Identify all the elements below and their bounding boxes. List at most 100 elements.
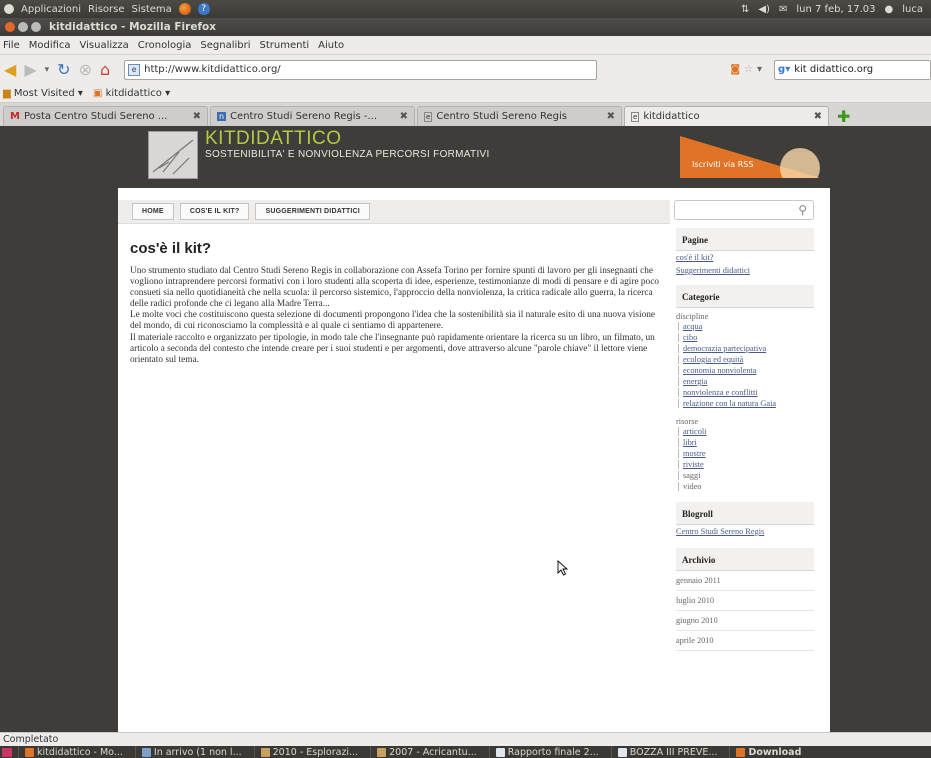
maximize-window-icon[interactable] xyxy=(31,22,41,32)
nav-suggerimenti-didattici[interactable]: SUGGERIMENTI DIDATTICI xyxy=(255,203,370,220)
rss-subscribe-banner[interactable]: Iscriviti via RSS xyxy=(680,136,820,178)
home-icon[interactable]: ⌂ xyxy=(100,61,110,78)
taskbar-item-rapporto[interactable]: Rapporto finale 2... xyxy=(488,746,605,758)
mail-icon[interactable]: ✉ xyxy=(779,4,787,15)
url-bar[interactable]: e http://www.kitdidattico.org/ xyxy=(124,59,598,80)
minimize-window-icon[interactable] xyxy=(18,22,28,32)
menubar: File Modifica Visualizza Cronologia Segn… xyxy=(0,36,931,55)
bookmark-most-visited[interactable]: ▆ Most Visited ▾ xyxy=(3,88,83,99)
sidebar-link-suggerimenti[interactable]: Suggerimenti didattici xyxy=(676,264,814,277)
nav-cose-il-kit[interactable]: COS'E IL KIT? xyxy=(179,203,250,220)
category-energia[interactable]: energia xyxy=(676,376,814,387)
volume-icon[interactable]: ◀) xyxy=(758,4,770,15)
taskbar-item-folder-2007[interactable]: 2007 - Acricantu... xyxy=(370,746,483,758)
close-window-icon[interactable] xyxy=(5,22,15,32)
search-icon[interactable]: ⚲ xyxy=(798,203,807,217)
document-icon xyxy=(495,747,505,757)
new-tab-icon[interactable]: ✚ xyxy=(831,107,856,126)
folder-icon xyxy=(260,747,270,757)
category-video[interactable]: video xyxy=(676,481,814,492)
mouse-cursor-icon xyxy=(557,560,569,576)
tab-label: kitdidattico xyxy=(643,111,700,122)
menu-strumenti[interactable]: Strumenti xyxy=(260,40,310,51)
menu-risorse[interactable]: Risorse xyxy=(88,4,125,15)
menu-modifica[interactable]: Modifica xyxy=(29,40,71,51)
site-title[interactable]: KITDIDATTICO xyxy=(205,128,342,150)
rss-feed-icon[interactable]: ◙ xyxy=(730,64,740,75)
category-ecologia[interactable]: ecologia ed equità xyxy=(676,354,814,365)
tab-kitdidattico[interactable]: e kitdidattico ✖ xyxy=(624,106,829,126)
category-nonviolenza[interactable]: nonviolenza e conflitti xyxy=(676,387,814,398)
bookmark-star-icon[interactable]: ☆ xyxy=(744,64,753,75)
category-democrazia[interactable]: democrazia partecipativa xyxy=(676,343,814,354)
close-tab-icon[interactable]: ✖ xyxy=(193,111,201,122)
taskbar-label: 2010 - Esplorazi... xyxy=(272,746,359,758)
category-acqua[interactable]: acqua xyxy=(676,321,814,332)
back-icon[interactable]: ◀ xyxy=(4,61,16,78)
sidebar-link-cose-il-kit[interactable]: cos'è il kit? xyxy=(676,251,814,264)
nav-home[interactable]: HOME xyxy=(132,203,174,220)
category-group-discipline[interactable]: discipline xyxy=(676,308,814,321)
document-icon xyxy=(617,747,627,757)
page-container: HOME COS'E IL KIT? SUGGERIMENTI DIDATTIC… xyxy=(118,188,830,732)
clock[interactable]: lun 7 feb, 17.03 xyxy=(796,4,875,15)
category-group-risorse[interactable]: risorse xyxy=(676,409,814,426)
url-dropdown-icon[interactable]: ▾ xyxy=(757,64,762,75)
show-desktop-icon[interactable] xyxy=(2,747,12,757)
taskbar-item-folder-2010[interactable]: 2010 - Esplorazi... xyxy=(253,746,365,758)
archive-aprile-2010[interactable]: aprile 2010 xyxy=(676,631,814,651)
archive-giugno-2010[interactable]: giugno 2010 xyxy=(676,611,814,631)
category-articoli[interactable]: articoli xyxy=(676,426,814,437)
rss-folder-icon: ▣ xyxy=(92,87,103,99)
firefox-launcher-icon[interactable] xyxy=(178,3,191,15)
user-name[interactable]: luca xyxy=(902,4,923,15)
window-titlebar[interactable]: kitdidattico - Mozilla Firefox xyxy=(0,18,931,36)
tab-sereno-regis-1[interactable]: n Centro Studi Sereno Regis -... ✖ xyxy=(210,106,415,126)
body-paragraph-1: Uno strumento studiato dal Centro Studi … xyxy=(130,266,659,310)
google-engine-icon[interactable]: g▾ xyxy=(778,64,790,75)
category-saggi[interactable]: saggi xyxy=(676,470,814,481)
category-mostre[interactable]: mostre xyxy=(676,448,814,459)
taskbar-item-mail[interactable]: In arrivo (1 non l... xyxy=(134,746,248,758)
search-text[interactable]: kit didattico.org xyxy=(794,64,873,75)
close-tab-icon[interactable]: ✖ xyxy=(400,111,408,122)
menu-aiuto[interactable]: Aiuto xyxy=(318,40,344,51)
navigation-toolbar: ◀ ▶ ▾ ↻ ⊗ ⌂ e http://www.kitdidattico.or… xyxy=(0,55,931,84)
category-relazione-natura[interactable]: relazione con la natura Gaia xyxy=(676,398,814,409)
reload-icon[interactable]: ↻ xyxy=(57,61,70,78)
category-economia[interactable]: economia nonviolenta xyxy=(676,365,814,376)
archive-luglio-2010[interactable]: luglio 2010 xyxy=(676,591,814,611)
help-launcher-icon[interactable]: ? xyxy=(197,3,210,15)
close-tab-icon[interactable]: ✖ xyxy=(814,111,822,122)
menu-cronologia[interactable]: Cronologia xyxy=(138,40,192,51)
tab-gmail[interactable]: M Posta Centro Studi Sereno ... ✖ xyxy=(3,106,208,126)
blogroll-link-sereno-regis[interactable]: Centro Studi Sereno Regis xyxy=(676,525,814,538)
menu-visualizza[interactable]: Visualizza xyxy=(80,40,129,51)
category-libri[interactable]: libri xyxy=(676,437,814,448)
close-tab-icon[interactable]: ✖ xyxy=(607,111,615,122)
taskbar-item-bozza[interactable]: BOZZA III PREVE... xyxy=(610,746,724,758)
mail-icon xyxy=(141,747,151,757)
bookmarks-toolbar: ▆ Most Visited ▾ ▣ kitdidattico ▾ xyxy=(0,84,931,103)
search-bar[interactable]: g▾ kit didattico.org xyxy=(774,59,931,80)
rss-subscribe-label[interactable]: Iscriviti via RSS xyxy=(692,160,753,169)
url-text[interactable]: http://www.kitdidattico.org/ xyxy=(144,64,281,75)
category-riviste[interactable]: riviste xyxy=(676,459,814,470)
tab-sereno-regis-2[interactable]: e Centro Studi Sereno Regis ✖ xyxy=(417,106,622,126)
menu-sistema[interactable]: Sistema xyxy=(132,4,172,15)
menu-segnalibri[interactable]: Segnalibri xyxy=(200,40,250,51)
archive-gennaio-2011[interactable]: gennaio 2011 xyxy=(676,571,814,591)
site-search-input[interactable]: ⚲ xyxy=(674,200,814,220)
menu-applicazioni[interactable]: Applicazioni xyxy=(21,4,81,15)
network-icon[interactable]: ⇅ xyxy=(741,4,749,15)
status-text: Completato xyxy=(3,734,59,745)
site-logo[interactable] xyxy=(148,131,198,179)
forward-icon[interactable]: ▶ xyxy=(24,61,36,78)
taskbar-item-download[interactable]: Download xyxy=(729,746,807,758)
menu-file[interactable]: File xyxy=(3,40,20,51)
category-cibo[interactable]: cibo xyxy=(676,332,814,343)
history-dropdown-icon[interactable]: ▾ xyxy=(45,62,50,78)
bookmark-kitdidattico[interactable]: ▣ kitdidattico ▾ xyxy=(93,88,170,99)
taskbar-item-firefox[interactable]: kitdidattico - Mo... xyxy=(18,746,129,758)
stop-icon[interactable]: ⊗ xyxy=(79,61,92,78)
